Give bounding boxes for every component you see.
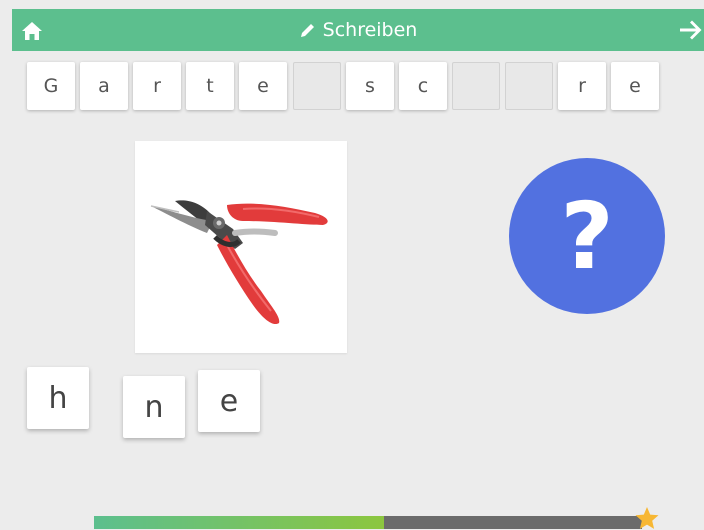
empty-letter-slot[interactable] <box>452 62 500 110</box>
letter-slot: e <box>239 62 287 110</box>
letter-slot: c <box>399 62 447 110</box>
empty-letter-slot[interactable] <box>293 62 341 110</box>
letter-slot: t <box>186 62 234 110</box>
letter-slot: r <box>558 62 606 110</box>
empty-letter-slot[interactable] <box>505 62 553 110</box>
question-mark-icon: ? <box>560 182 614 290</box>
letter-slot: e <box>611 62 659 110</box>
star-icon <box>635 507 659 529</box>
word-picture <box>135 141 347 353</box>
letter-slot: a <box>80 62 128 110</box>
home-icon <box>22 22 42 40</box>
pencil-icon <box>300 24 314 37</box>
help-button[interactable]: ? <box>509 158 665 314</box>
next-button[interactable] <box>678 18 704 42</box>
letter-choice-n[interactable]: n <box>123 376 185 438</box>
letter-slot: G <box>27 62 75 110</box>
letter-slot: r <box>133 62 181 110</box>
page-title: Schreiben <box>322 19 418 41</box>
progress-fill <box>94 516 385 529</box>
pruning-shears-image <box>150 200 328 325</box>
top-bar: Schreiben <box>12 9 704 51</box>
letter-choice-e[interactable]: e <box>198 370 260 432</box>
arrow-right-icon <box>680 20 702 40</box>
header-title: Schreiben <box>12 9 704 51</box>
home-button[interactable] <box>20 19 44 43</box>
letter-slot: s <box>346 62 394 110</box>
letter-choice-h[interactable]: h <box>27 367 89 429</box>
progress-bar <box>94 516 642 529</box>
